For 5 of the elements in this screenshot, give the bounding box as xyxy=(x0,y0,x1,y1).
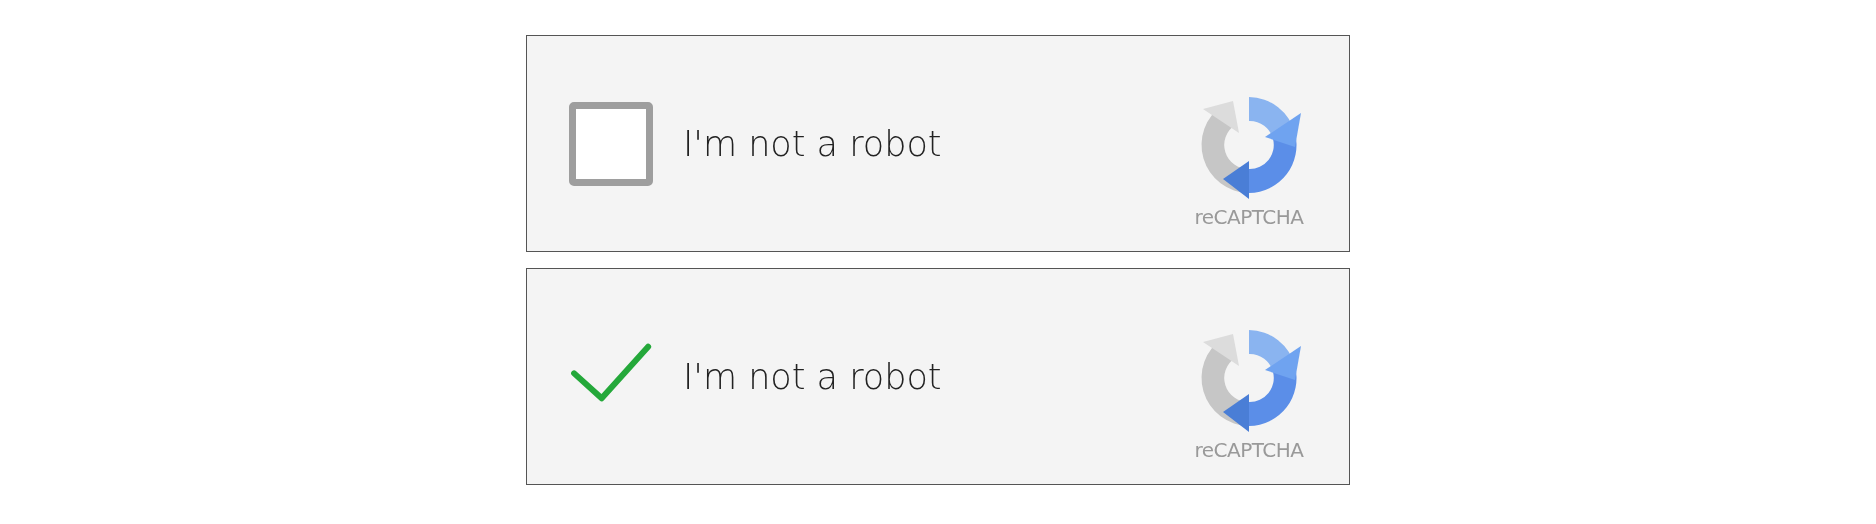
checkbox[interactable] xyxy=(569,101,653,186)
checkbox-label: I'm not a robot xyxy=(683,356,942,397)
brand-name: reCAPTCHA xyxy=(1194,204,1304,229)
checkbox-label: I'm not a robot xyxy=(683,123,942,164)
brand-name: reCAPTCHA xyxy=(1194,437,1304,462)
